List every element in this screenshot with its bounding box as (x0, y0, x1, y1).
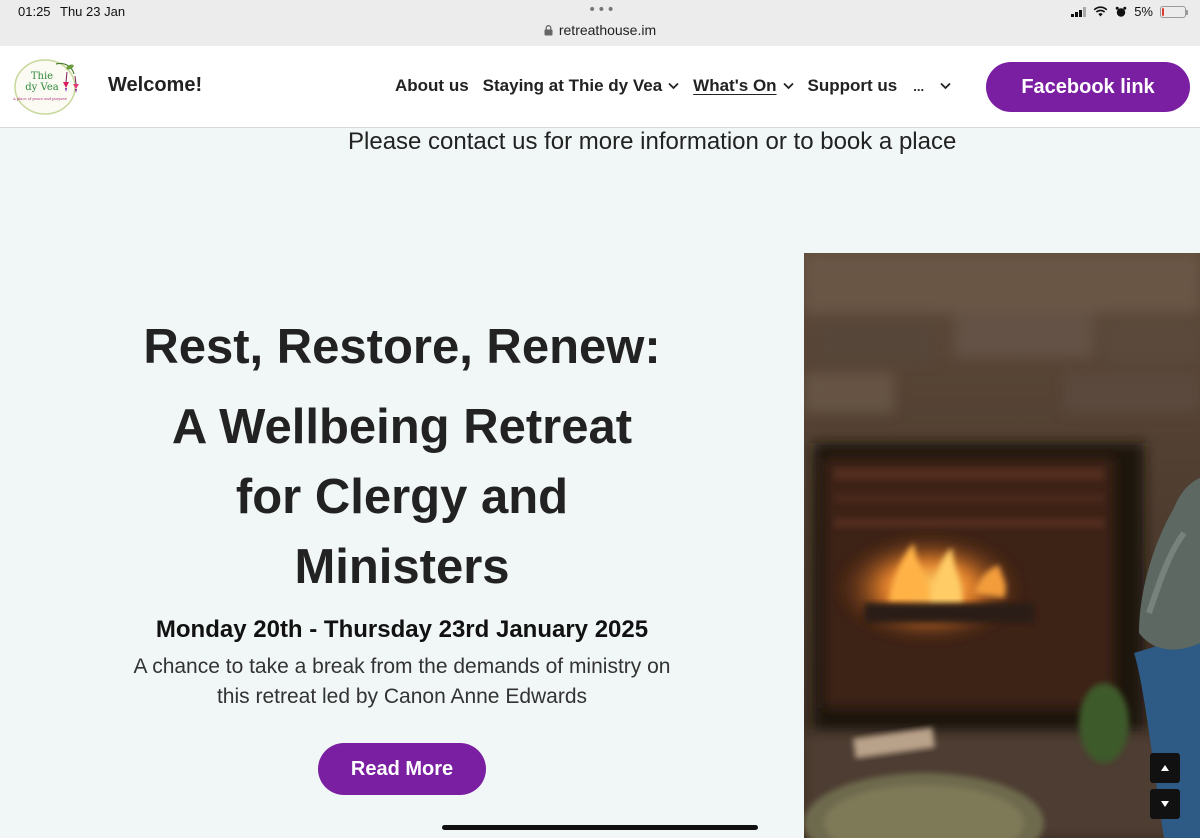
nav-label: Staying at Thie dy Vea (482, 76, 663, 95)
fireplace-photo (804, 253, 1200, 838)
battery-level (1162, 7, 1164, 16)
status-date: Thu 23 Jan (60, 4, 126, 19)
nav-item-support-us[interactable]: Support us (808, 76, 898, 96)
wifi-icon (1093, 6, 1108, 17)
nav-item-more[interactable]: ... (913, 76, 951, 96)
scroll-down-button[interactable] (1150, 789, 1180, 819)
nav-item-staying[interactable]: Staying at Thie dy Vea (483, 76, 680, 96)
site-title[interactable]: Welcome! (108, 74, 202, 97)
event-description: A chance to take a break from the demand… (133, 655, 671, 708)
chevron-down-icon (668, 82, 679, 90)
chevron-down-icon (782, 82, 794, 90)
home-indicator[interactable] (442, 825, 758, 830)
event-date: Monday 20th - Thursday 23rd January 2025 (155, 616, 649, 643)
battery-icon (1160, 5, 1188, 18)
scroll-up-button[interactable] (1150, 753, 1180, 783)
signal-icon (1071, 6, 1087, 17)
arrow-up-icon (1161, 765, 1169, 771)
main-nav: About us Staying at Thie dy Vea What's O… (395, 76, 951, 96)
alarm-icon (1115, 6, 1127, 17)
address-bar[interactable]: retreathouse.im (0, 22, 1200, 38)
chevron-down-icon (940, 82, 951, 90)
svg-text:Thie: Thie (31, 71, 53, 82)
nav-item-about-us[interactable]: About us (395, 76, 469, 96)
nav-label: ... (913, 78, 925, 94)
read-more-button[interactable]: Read More (318, 743, 486, 795)
address-url: retreathouse.im (558, 22, 657, 38)
hero-image (804, 253, 1200, 838)
arrow-down-icon (1161, 801, 1169, 807)
status-indicators: 5% (1071, 4, 1188, 19)
nav-label: What's On (693, 76, 777, 95)
nav-label: About us (395, 76, 469, 95)
facebook-link-button[interactable]: Facebook link (986, 62, 1190, 112)
hero-title: Rest, Restore, Renew: (143, 320, 661, 374)
lock-icon (544, 25, 553, 36)
hero-subtitle: A Wellbeing Retreat for Clergy and Minis… (171, 400, 633, 594)
contact-line: Please contact us for more information o… (348, 128, 957, 155)
nav-item-whats-on[interactable]: What's On (693, 76, 794, 96)
site-logo[interactable]: Thie dy Vea A place of peace and purpose (12, 58, 90, 116)
svg-text:A place of peace and purpose: A place of peace and purpose (12, 97, 67, 101)
more-dots-icon[interactable]: ••• (588, 2, 616, 18)
battery-percent: 5% (1134, 4, 1153, 19)
status-time: 01:25 (18, 4, 51, 19)
site-header: Thie dy Vea A place of peace and purpose… (0, 46, 1200, 128)
svg-text:dy Vea: dy Vea (25, 82, 58, 93)
logo-image: Thie dy Vea A place of peace and purpose (12, 59, 79, 115)
nav-label: Support us (807, 76, 898, 95)
browser-status-bar: 01:25 Thu 23 Jan ••• retreathouse.im 5% (0, 0, 1200, 46)
hero-text: Rest, Restore, Renew: A Wellbeing Retrea… (100, 312, 704, 712)
